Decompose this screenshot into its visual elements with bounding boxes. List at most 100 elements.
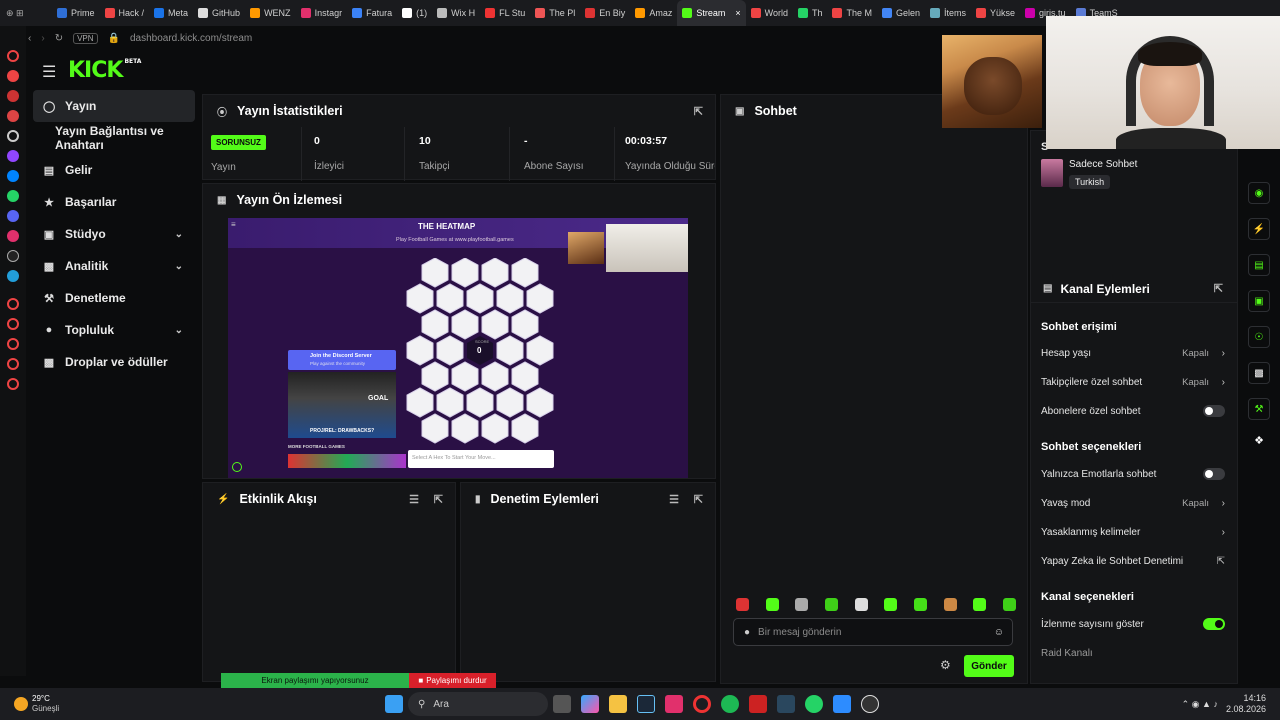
app-icon[interactable] [7, 170, 19, 182]
app-icon[interactable] [7, 378, 19, 390]
browser-tab[interactable]: FL Stu [480, 0, 530, 26]
banned-words-row[interactable]: Yasaklanmış kelimeler › [1041, 527, 1227, 538]
reload-icon[interactable]: ↻ [55, 33, 63, 44]
raid-channel-row[interactable]: Raid Kanalı [1041, 648, 1227, 659]
back-icon[interactable]: ‹ [28, 33, 31, 44]
browser-tab[interactable]: Instagr [296, 0, 348, 26]
steam-icon[interactable] [637, 695, 655, 713]
subs-only-toggle[interactable] [1203, 405, 1225, 417]
camera-icon[interactable]: ◉ [1248, 182, 1270, 204]
emote[interactable] [973, 598, 987, 611]
app-icon[interactable] [7, 90, 19, 102]
broadcast-icon[interactable]: ☉ [1248, 326, 1270, 348]
browser-tab[interactable]: Fatura [347, 0, 397, 26]
send-button[interactable]: Gönder [964, 655, 1014, 677]
show-viewers-row[interactable]: İzlenme sayısını göster [1041, 618, 1227, 630]
stop-sharing-button[interactable]: ■ Paylaşımı durdur [409, 673, 496, 688]
sidebar-item-stream-key[interactable]: Yayın Bağlantısı ve Anahtarı [33, 122, 195, 154]
close-icon[interactable]: × [735, 8, 740, 18]
tab-controls-icon[interactable]: ⊕ ⊞ [0, 8, 52, 19]
bolt-icon[interactable]: ⚡ [1248, 218, 1270, 240]
app-icon[interactable] [7, 190, 19, 202]
emote[interactable] [795, 598, 809, 611]
browser-tab[interactable]: Wix H [432, 0, 480, 26]
browser-tab[interactable]: WENZ [245, 0, 296, 26]
app-icon[interactable] [7, 338, 19, 350]
obs-icon[interactable] [861, 695, 879, 713]
browser-tab[interactable]: (1) [397, 0, 432, 26]
emotes-only-row[interactable]: Yalnızca Emotlarla sohbet [1041, 468, 1227, 480]
app-icon[interactable] [7, 270, 19, 282]
app-icon[interactable] [7, 130, 19, 142]
edit-icon[interactable] [232, 462, 242, 472]
browser-tab[interactable]: En Biy [580, 0, 630, 26]
app-icon[interactable] [7, 50, 19, 62]
app-icon[interactable] [7, 210, 19, 222]
sidebar-item-studio[interactable]: ▣ Stüdyo ⌄ [33, 218, 195, 250]
hex-select-input[interactable]: Select A Hex To Start Your Move... [408, 450, 554, 468]
emote[interactable] [736, 598, 749, 611]
show-viewers-toggle[interactable] [1203, 618, 1225, 630]
zoom-icon[interactable] [833, 695, 851, 713]
browser-tab[interactable]: Gelen [877, 0, 925, 26]
chat-icon[interactable]: ▣ [1248, 290, 1270, 312]
puzzle-icon[interactable]: ❖ [1254, 434, 1264, 447]
browser-tab[interactable]: Amaz [630, 0, 677, 26]
app-icon[interactable] [7, 150, 19, 162]
app-icon[interactable] [7, 318, 19, 330]
hamburger-menu-icon[interactable]: ☰ [42, 62, 56, 82]
app-icon[interactable] [7, 298, 19, 310]
emote[interactable] [943, 598, 957, 611]
filter-icon[interactable]: ☰ [409, 493, 419, 506]
ai-moderation-row[interactable]: Yapay Zeka ile Sohbet Denetimi ⇱ [1041, 556, 1227, 567]
sidebar-item-drops[interactable]: ▩ Droplar ve ödüller [33, 346, 195, 378]
emote[interactable] [913, 598, 927, 611]
emote[interactable] [765, 598, 779, 611]
tray-icons[interactable]: ⌃ ◉ ▲ ♪ [1182, 699, 1218, 710]
chat-settings-icon[interactable]: ⚙ [940, 658, 951, 672]
stream-video[interactable]: THE HEATMAP Play Football Games at www.p… [228, 218, 688, 478]
app-icon[interactable] [7, 250, 19, 262]
account-age-row[interactable]: Hesap yaşı Kapalı › [1041, 348, 1227, 359]
instagram-icon[interactable] [665, 695, 683, 713]
menu-icon[interactable]: ≡ [231, 220, 236, 229]
layout-icon[interactable]: ▩ [1248, 362, 1270, 384]
emote[interactable] [824, 598, 838, 611]
explorer-icon[interactable] [609, 695, 627, 713]
chat-input[interactable]: ● Bir mesaj gönderin ☺ [733, 618, 1013, 646]
subs-only-row[interactable]: Abonelere özel sohbet [1041, 405, 1227, 417]
opera-icon[interactable] [693, 695, 711, 713]
browser-tab[interactable]: Th [793, 0, 828, 26]
forward-icon[interactable]: › [41, 33, 44, 44]
taskview-icon[interactable] [553, 695, 571, 713]
whatsapp-icon[interactable] [805, 695, 823, 713]
browser-tab[interactable]: Prime [52, 0, 100, 26]
popout-icon[interactable]: ⇱ [694, 105, 703, 118]
doc-icon[interactable]: ▤ [1248, 254, 1270, 276]
followers-only-row[interactable]: Takipçilere özel sohbet Kapalı › [1041, 377, 1227, 388]
browser-tab[interactable]: World [746, 0, 793, 26]
app-icon[interactable] [7, 110, 19, 122]
browser-tab[interactable]: GitHub [193, 0, 245, 26]
sidebar-item-moderation[interactable]: ⚒ Denetleme [33, 282, 195, 314]
emote[interactable] [1002, 598, 1016, 611]
sidebar-item-revenue[interactable]: ▤ Gelir [33, 154, 195, 186]
browser-tab[interactable]: Hack / [100, 0, 150, 26]
windows-start-icon[interactable] [385, 695, 403, 713]
spotify-icon[interactable] [721, 695, 739, 713]
popout-icon[interactable]: ⇱ [434, 493, 443, 506]
sidebar-item-achievements[interactable]: ★ Başarılar [33, 186, 195, 218]
popout-icon[interactable]: ⇱ [1214, 282, 1223, 295]
emoji-icon[interactable]: ☺ [994, 627, 1004, 638]
filter-icon[interactable]: ☰ [669, 493, 679, 506]
browser-tab[interactable]: Yükse [971, 0, 1020, 26]
slow-mode-row[interactable]: Yavaş mod Kapalı › [1041, 498, 1227, 509]
browser-tab[interactable]: İtems [925, 0, 971, 26]
app-icon[interactable] [7, 230, 19, 242]
vpn-badge[interactable]: VPN [73, 32, 98, 44]
steam2-icon[interactable] [777, 695, 795, 713]
emote[interactable] [854, 598, 868, 611]
sidebar-item-stream[interactable]: ◯ Yayın [33, 90, 195, 122]
browser-tab[interactable]: Meta [149, 0, 193, 26]
emotes-only-toggle[interactable] [1203, 468, 1225, 480]
